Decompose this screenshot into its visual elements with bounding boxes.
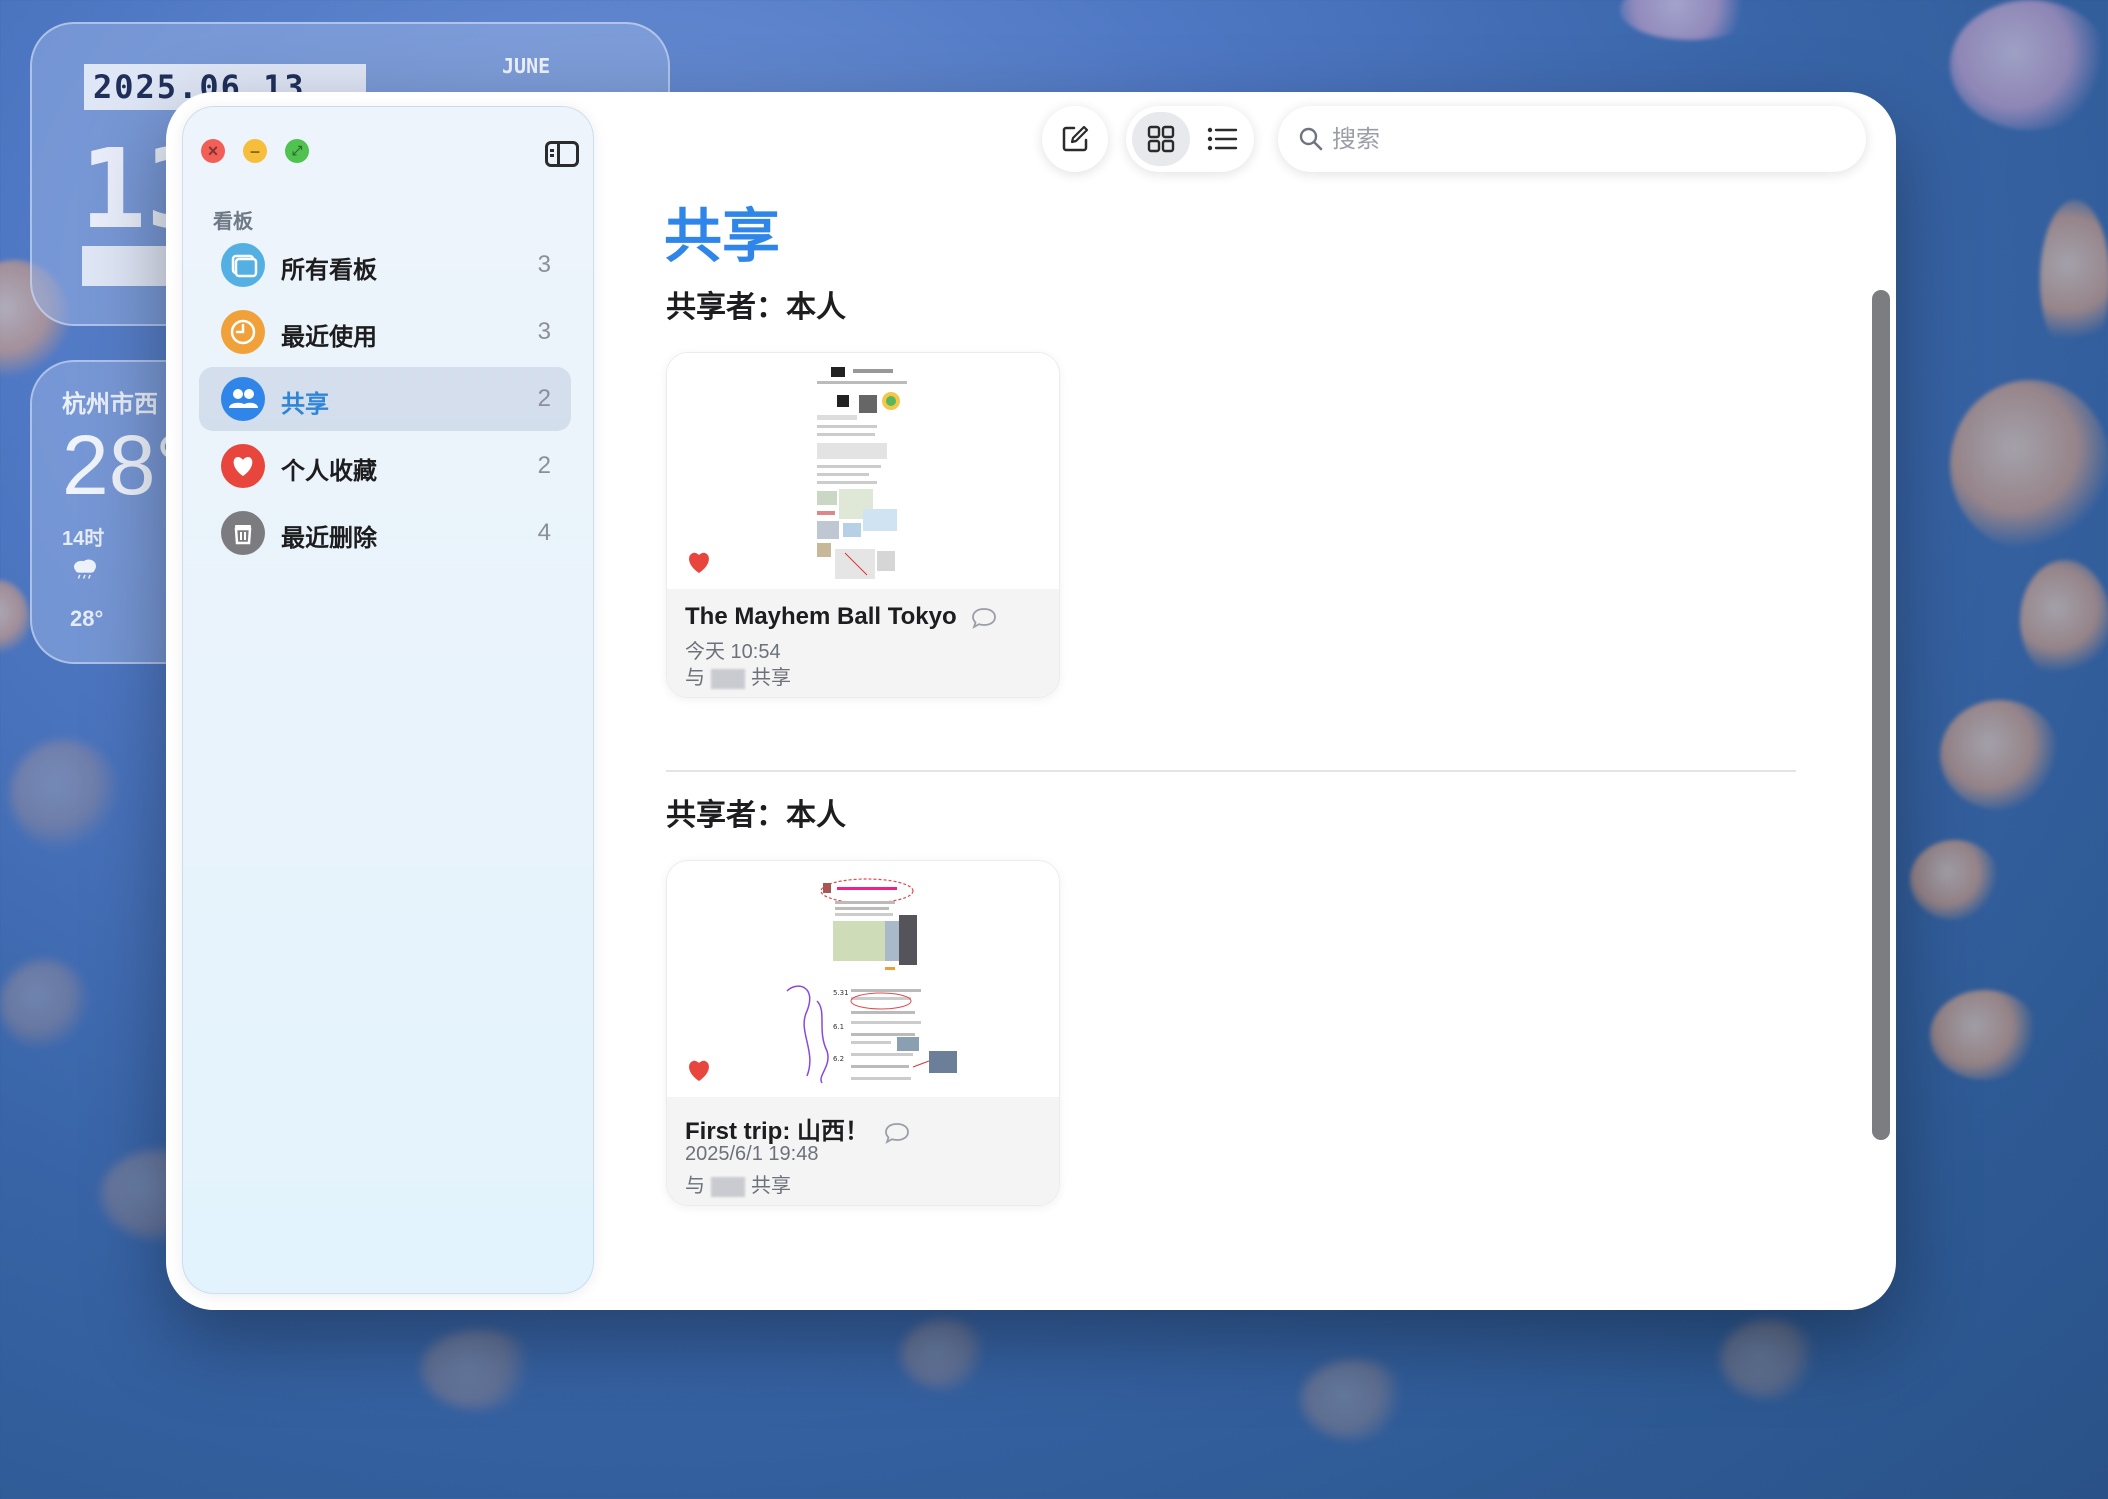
sidebar-item-recent[interactable]: 最近使用 3 [199,300,571,364]
sidebar-item-recently-deleted[interactable]: 最近删除 4 [199,501,571,565]
sidebar-item-count: 2 [537,452,551,479]
sidebar-item-count: 2 [537,385,551,412]
compose-icon [1062,125,1089,152]
list-view-button[interactable] [1194,112,1248,166]
weather-city: 杭州市西 [62,391,158,418]
board-title-text: First trip: 山西！ [685,1118,869,1145]
board-date: 2025/6/1 19:48 [685,1143,819,1165]
sidebar-toggle-icon[interactable] [545,141,579,167]
view-mode-switcher [1126,106,1254,172]
shared-suffix: 共享 [751,1175,791,1197]
board-card-footer: First trip: 山西！ 2025/6/1 19:48 与 共享 [667,1097,1059,1205]
shared-prefix: 与 [685,667,705,689]
shared-suffix: 共享 [751,667,791,689]
sidebar-item-favorites[interactable]: 个人收藏 2 [199,434,571,498]
sidebar-section-label: 看板 [213,211,253,233]
sidebar-item-shared[interactable]: 共享 2 [199,367,571,431]
group-header: 共享者：本人 [666,799,846,832]
page-title: 共享 [664,204,781,269]
board-card[interactable]: The Mayhem Ball Tokyo 今天 10:54 与 共享 [666,352,1060,698]
group-header: 共享者：本人 [666,291,846,324]
sidebar-item-count: 3 [537,251,551,278]
boards-icon [221,243,265,287]
sidebar-item-label: 最近删除 [281,525,377,552]
board-thumbnail [667,353,1059,589]
board-title: First trip: 山西！ [685,1111,910,1146]
svg-text:6.2: 6.2 [833,1055,844,1063]
freeform-window: × – ⤢ 看板 所有看板 3 最近使用 3 共享 2 个人收藏 2 最近删除 … [166,92,1896,1310]
close-icon: × [207,141,219,161]
people-icon [221,377,265,421]
weather-hour: 14时 [62,528,105,550]
minimize-icon: – [249,141,260,161]
sidebar-item-count: 4 [537,519,551,546]
widget-month: JUNE [502,54,551,78]
fullscreen-icon: ⤢ [291,143,303,158]
board-title: The Mayhem Ball Tokyo [685,603,997,631]
minimize-button[interactable]: – [243,139,267,163]
new-board-button[interactable] [1042,106,1108,172]
sidebar-item-label: 所有看板 [281,257,377,284]
weather-hour-temp: 28° [70,606,104,631]
sidebar-item-label: 共享 [281,391,329,418]
redacted-name [711,668,745,689]
board-shared-with: 与 共享 [685,661,791,690]
comment-bubble-icon[interactable] [884,1122,910,1144]
board-card[interactable]: 5.31 6.1 6.2 First trip: 山西！ 2025/6/1 19… [666,860,1060,1206]
search-field[interactable] [1278,106,1866,172]
fullscreen-button[interactable]: ⤢ [285,139,309,163]
list-view-icon [1207,127,1238,151]
svg-text:6.1: 6.1 [833,1023,844,1031]
close-button[interactable]: × [201,139,225,163]
comment-bubble-icon[interactable] [971,607,997,629]
heart-icon [221,444,265,488]
group-divider [666,770,1796,772]
board-card-footer: The Mayhem Ball Tokyo 今天 10:54 与 共享 [667,589,1059,697]
sidebar-item-label: 个人收藏 [281,458,377,485]
search-icon [1299,127,1323,151]
grid-view-button[interactable] [1132,112,1190,166]
favorite-heart-icon[interactable] [685,1057,713,1083]
search-input[interactable] [1330,120,1834,160]
sidebar: × – ⤢ 看板 所有看板 3 最近使用 3 共享 2 个人收藏 2 最近删除 … [182,106,594,1294]
board-date: 今天 10:54 [685,641,781,663]
board-title-text: The Mayhem Ball Tokyo [685,603,957,630]
favorite-heart-icon[interactable] [685,549,713,575]
clock-icon [221,310,265,354]
svg-text:5.31: 5.31 [833,989,849,997]
shared-prefix: 与 [685,1175,705,1197]
sidebar-item-count: 3 [537,318,551,345]
trash-icon [221,511,265,555]
sidebar-item-all-boards[interactable]: 所有看板 3 [199,233,571,297]
rain-cloud-icon [74,559,96,579]
board-shared-with: 与 共享 [685,1169,791,1198]
sidebar-item-label: 最近使用 [281,324,377,351]
redacted-name [711,1176,745,1197]
grid-view-icon [1147,125,1175,153]
vertical-scrollbar[interactable] [1872,290,1890,1140]
board-thumbnail: 5.31 6.1 6.2 [667,861,1059,1097]
